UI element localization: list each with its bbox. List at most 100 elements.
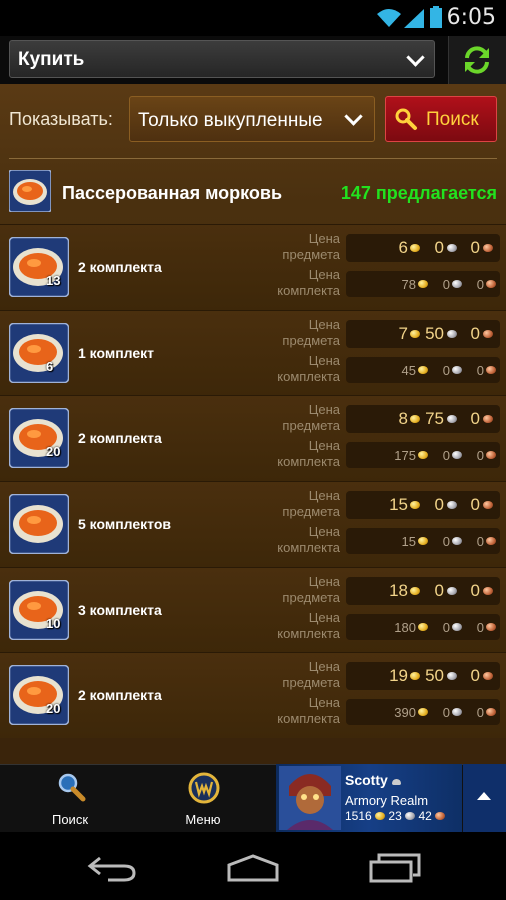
horde-icon [391, 779, 401, 785]
gold-amount: 78 [401, 277, 416, 292]
gold-amount: 18 [389, 581, 408, 600]
recent-apps-icon[interactable] [369, 853, 421, 883]
gold-amount: 390 [394, 705, 416, 720]
mode-select-label: Купить [18, 49, 85, 70]
tab-menu[interactable]: Меню [140, 764, 274, 832]
item-price-label: Цена предмета [282, 231, 340, 262]
gold-amount: 15 [401, 534, 416, 549]
item-price-label: Цена предмета [282, 488, 340, 519]
silver-amount: 75 [425, 409, 444, 428]
tab-menu-label: Меню [185, 812, 221, 827]
gold-coin-icon [418, 280, 428, 288]
stack-price: 78 0 0 [346, 271, 500, 297]
stack-count-label: 2 комплекта [78, 687, 162, 703]
carrot-dish-icon [9, 408, 69, 468]
gold-amount: 180 [394, 620, 416, 635]
stack-count-label: 2 комплекта [78, 259, 162, 275]
refresh-icon [465, 46, 489, 74]
gold-amount: 6 [398, 238, 408, 257]
silver-coin-icon [452, 280, 462, 288]
listing-row[interactable]: 10 3 комплекта Цена предмета Цена комплекта… [0, 567, 506, 653]
carrot-dish-icon [9, 237, 69, 297]
stack-size: 20 [46, 444, 61, 459]
item-header: Пассерованная морковь 147 предлагается [0, 160, 506, 224]
silver-coin-icon [452, 708, 462, 716]
mode-select[interactable]: Купить [9, 40, 435, 78]
home-icon[interactable] [226, 854, 280, 882]
silver-coin-icon [447, 672, 457, 680]
tab-search[interactable]: Поиск [0, 764, 140, 832]
silver-amount: 50 [425, 324, 444, 343]
stack-count-label: 5 комплектов [78, 516, 172, 532]
character-money: 1516 23 42 [345, 809, 446, 823]
silver-coin-icon [452, 537, 462, 545]
listing-row[interactable]: 13 2 комплекта Цена предмета Цена комплекта… [0, 224, 506, 310]
copper-coin-icon [486, 366, 496, 374]
listing-row[interactable]: 20 2 комплекта Цена предмета Цена комплекта… [0, 652, 506, 738]
tab-search-label: Поиск [51, 812, 89, 827]
divider [9, 158, 497, 159]
listing-row[interactable]: 20 2 комплекта Цена предмета Цена комплекта… [0, 395, 506, 481]
copper-amount: 0 [476, 705, 484, 720]
copper-coin-icon [483, 330, 493, 338]
gold-coin-icon [375, 812, 386, 820]
character-name: Scotty [345, 772, 401, 788]
stack-count-label: 1 комплект [78, 345, 155, 361]
gold-amount: 7 [398, 324, 408, 343]
item-price: 6 0 0 [346, 234, 500, 262]
carrot-dish-icon [9, 580, 69, 640]
silver-amount: 0 [434, 495, 444, 514]
status-bar: 6:05 [0, 0, 506, 36]
status-time: 6:05 [446, 5, 496, 30]
gold-coin-icon [410, 501, 420, 509]
expand-button[interactable] [463, 764, 506, 832]
stack-price: 390 0 0 [346, 699, 500, 725]
wifi-icon [377, 9, 401, 27]
gold-coin-icon [418, 537, 428, 545]
copper-amount: 0 [476, 448, 484, 463]
chevron-down-icon [406, 48, 425, 67]
character-card[interactable]: Scotty Armory Realm 1516 23 42 [276, 764, 462, 832]
gold-amount: 19 [389, 666, 408, 685]
copper-coin-icon [483, 501, 493, 509]
stack-price-label: Цена комплекта [277, 353, 340, 384]
copper-coin-icon [486, 451, 496, 459]
search-button[interactable]: Поиск [385, 96, 497, 142]
signal-icon [404, 9, 424, 28]
gold-coin-icon [410, 244, 420, 252]
carrot-dish-icon [9, 170, 51, 212]
stack-count-label: 3 комплекта [78, 602, 162, 618]
silver-coin-icon [447, 415, 457, 423]
show-filter-select[interactable]: Только выкупленные [129, 96, 375, 142]
copper-amount: 0 [476, 534, 484, 549]
back-icon[interactable] [86, 852, 138, 882]
silver-coin-icon [447, 501, 457, 509]
gold-amount: 15 [389, 495, 408, 514]
refresh-button[interactable] [448, 36, 506, 84]
copper-coin-icon [483, 415, 493, 423]
listing-row[interactable]: 5 комплектов Цена предмета Цена комплекта 1… [0, 481, 506, 567]
stack-price: 180 0 0 [346, 614, 500, 640]
gold-coin-icon [418, 366, 428, 374]
copper-coin-icon [486, 537, 496, 545]
item-price: 7 50 0 [346, 320, 500, 348]
silver-coin-icon [447, 330, 457, 338]
stack-price: 175 0 0 [346, 442, 500, 468]
listing-row[interactable]: 6 1 комплект Цена предмета Цена комплекта 7 5… [0, 310, 506, 396]
copper-coin-icon [486, 708, 496, 716]
silver-amount: 0 [442, 363, 450, 378]
silver-amount: 0 [434, 238, 444, 257]
copper-coin-icon [486, 280, 496, 288]
silver-amount: 0 [442, 277, 450, 292]
gold-coin-icon [410, 330, 420, 338]
search-icon [395, 108, 417, 130]
gold-coin-icon [410, 587, 420, 595]
chevron-up-icon [477, 792, 491, 800]
carrot-dish-icon [9, 665, 69, 725]
silver-coin-icon [452, 366, 462, 374]
silver-coin-icon [447, 244, 457, 252]
silver-amount: 50 [425, 666, 444, 685]
carrot-dish-icon [9, 323, 69, 383]
copper-coin-icon [483, 587, 493, 595]
silver-amount: 0 [442, 705, 450, 720]
